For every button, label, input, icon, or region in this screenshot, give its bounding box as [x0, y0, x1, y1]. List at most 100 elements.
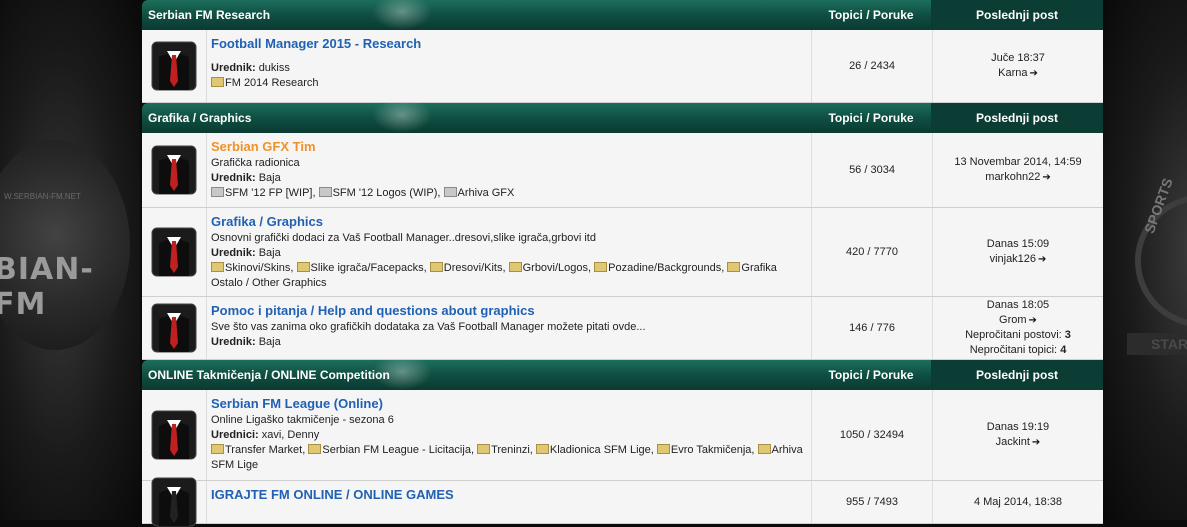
subforum-list: FM 2014 Research [211, 76, 807, 91]
moderator-label: Urednik: [211, 336, 256, 348]
forum-info: Pomoc i pitanja / Help and questions abo… [207, 297, 812, 359]
folder-icon [211, 262, 224, 272]
last-post: Danas 15:09 vinjak126 ➔ [933, 208, 1103, 296]
last-post-user[interactable]: markohn22 [985, 171, 1040, 183]
column-topics-header: Topici / Poruke [828, 111, 914, 125]
last-post: Juče 18:37 Karna ➔ [933, 30, 1103, 102]
last-post: Danas 18:05 Grom ➔ Nepročitani postovi: 3 Ne… [933, 297, 1103, 359]
subforum-link[interactable]: FM 2014 Research [225, 77, 319, 89]
subforum-link[interactable]: Skinovi/Skins [225, 262, 290, 274]
moderator-label: Urednik: [211, 247, 256, 259]
subforum-link[interactable]: Kladionica SFM Lige [550, 444, 651, 456]
forum-status-icon[interactable] [142, 133, 207, 207]
moderator-names[interactable]: Baja [259, 336, 281, 348]
suit-new-posts-icon [151, 145, 197, 195]
last-post-user[interactable]: Karna [998, 67, 1027, 79]
forum-title-link[interactable]: Pomoc i pitanja / Help and questions abo… [211, 302, 807, 320]
forum-status-icon[interactable] [142, 477, 207, 527]
last-post-date: Danas 15:09 [986, 238, 1050, 250]
subforum-link[interactable]: Slike igrača/Facepacks [311, 262, 424, 274]
category-title[interactable]: ONLINE Takmičenja / ONLINE Competition [142, 368, 811, 382]
unread-posts-count: 3 [1064, 329, 1071, 341]
forum-title-link[interactable]: IGRAJTE FM ONLINE / ONLINE GAMES [211, 486, 807, 504]
forum-status-icon[interactable] [142, 297, 207, 359]
subforum-link[interactable]: Pozadine/Backgrounds [608, 262, 721, 274]
forum-index: Serbian FM Research Topici / Poruke Posled… [142, 0, 1103, 527]
subforum-item: Pozadine/Backgrounds [594, 262, 721, 274]
subforum-link[interactable]: Arhiva GFX [458, 187, 515, 199]
forum-row: IGRAJTE FM ONLINE / ONLINE GAMES 955 / 74… [142, 477, 1103, 527]
column-topics-header: Topici / Poruke [828, 8, 914, 22]
folder-icon [508, 262, 522, 272]
go-to-last-post-icon[interactable]: ➔ [1038, 252, 1046, 267]
forum-row: Serbian FM League (Online) Online Ligaško… [142, 390, 1103, 481]
subforum-list: Skinovi/Skins, Slike igrača/Facepacks, D… [211, 262, 777, 289]
moderator-label: Urednik: [211, 172, 256, 184]
folder-icon [211, 187, 224, 197]
subforum-item: Slike igrača/Facepacks [296, 262, 424, 274]
subforum-link[interactable]: Transfer Market [225, 444, 302, 456]
go-to-last-post-icon[interactable]: ➔ [1042, 170, 1050, 185]
forum-title-link[interactable]: Serbian GFX Tim [211, 138, 807, 156]
subforum-item: Serbian FM League - Licitacija [308, 444, 471, 456]
last-post-user[interactable]: Grom [999, 314, 1027, 326]
category-title[interactable]: Grafika / Graphics [142, 111, 811, 125]
moderators-line: Urednik: dukiss [211, 61, 807, 76]
last-post: 4 Maj 2014, 18:38 [933, 481, 1103, 523]
last-post: 13 Novembar 2014, 14:59 markohn22 ➔ [933, 133, 1103, 207]
forum-row: Grafika / Graphics Osnovni grafički dodac… [142, 208, 1103, 297]
forum-title-link[interactable]: Serbian FM League (Online) [211, 395, 807, 413]
forum-info: Football Manager 2015 - Research Urednik:… [207, 30, 812, 102]
last-post-user-line: Karna ➔ [998, 66, 1038, 81]
forum-status-icon[interactable] [142, 30, 207, 102]
category-header: Grafika / Graphics Topici / Poruke Posledn… [142, 103, 1103, 133]
folder-icon [429, 262, 443, 272]
moderator-names[interactable]: xavi, Denny [262, 429, 319, 441]
moderator-names[interactable]: Baja [259, 247, 281, 259]
last-post-user[interactable]: vinjak126 [990, 253, 1036, 265]
last-post: Danas 19:19 Jackint ➔ [933, 390, 1103, 480]
subforum-link[interactable]: Grbovi/Logos [523, 262, 588, 274]
last-post-user[interactable]: Jackint [996, 436, 1030, 448]
background-right: SPORTS STAR [1103, 0, 1187, 520]
folder-icon [477, 444, 491, 454]
go-to-last-post-icon[interactable]: ➔ [1029, 313, 1037, 328]
subforum-link[interactable]: Evro Takmičenja [671, 444, 752, 456]
folder-icon [535, 444, 549, 454]
moderator-names[interactable]: Baja [259, 172, 281, 184]
subforum-link[interactable]: Serbian FM League - Licitacija [322, 444, 471, 456]
last-post-date: 13 Novembar 2014, 14:59 [954, 156, 1082, 168]
subforum-link[interactable]: Dresovi/Kits [444, 262, 503, 274]
moderators-line: Urednik: Baja [211, 171, 807, 186]
unread-topics[interactable]: Nepročitani topici: 4 [970, 343, 1067, 358]
last-post-user-line: vinjak126 ➔ [990, 252, 1047, 267]
subforum-item: Treninzi [477, 444, 530, 456]
forum-title-link[interactable]: Grafika / Graphics [211, 213, 807, 231]
forum-stats: 146 / 776 [812, 297, 933, 359]
forum-status-icon[interactable] [142, 390, 207, 480]
go-to-last-post-icon[interactable]: ➔ [1029, 66, 1037, 81]
go-to-last-post-icon[interactable]: ➔ [1032, 435, 1040, 450]
forum-info: Serbian FM League (Online) Online Ligaško… [207, 390, 812, 480]
subforum-link[interactable]: Treninzi [491, 444, 530, 456]
category-title[interactable]: Serbian FM Research [142, 8, 811, 22]
background-left: W.SERBIAN-FM.NET BIAN-FM [0, 0, 140, 520]
moderators-line: Urednik: Baja [211, 246, 807, 261]
forum-stats: 1050 / 32494 [812, 390, 933, 480]
forum-status-icon[interactable] [142, 208, 207, 296]
unread-posts[interactable]: Nepročitani postovi: 3 [965, 328, 1071, 343]
subforum-link[interactable]: SFM '12 FP [WIP] [225, 187, 312, 199]
forum-info: Grafika / Graphics Osnovni grafički dodac… [207, 208, 812, 296]
last-post-user-line: Grom ➔ [999, 313, 1037, 328]
forum-title-link[interactable]: Football Manager 2015 - Research [211, 35, 807, 53]
forum-row: Football Manager 2015 - Research Urednik:… [142, 30, 1103, 103]
forum-description: Osnovni grafički dodaci za Vaš Football … [211, 232, 596, 244]
subforum-link[interactable]: SFM '12 Logos (WIP) [333, 187, 438, 199]
last-post-date: Juče 18:37 [991, 52, 1045, 64]
folder-icon [296, 262, 310, 272]
folder-icon [594, 262, 608, 272]
folder-icon [727, 262, 741, 272]
folder-icon [318, 187, 332, 197]
moderator-names[interactable]: dukiss [259, 62, 290, 74]
